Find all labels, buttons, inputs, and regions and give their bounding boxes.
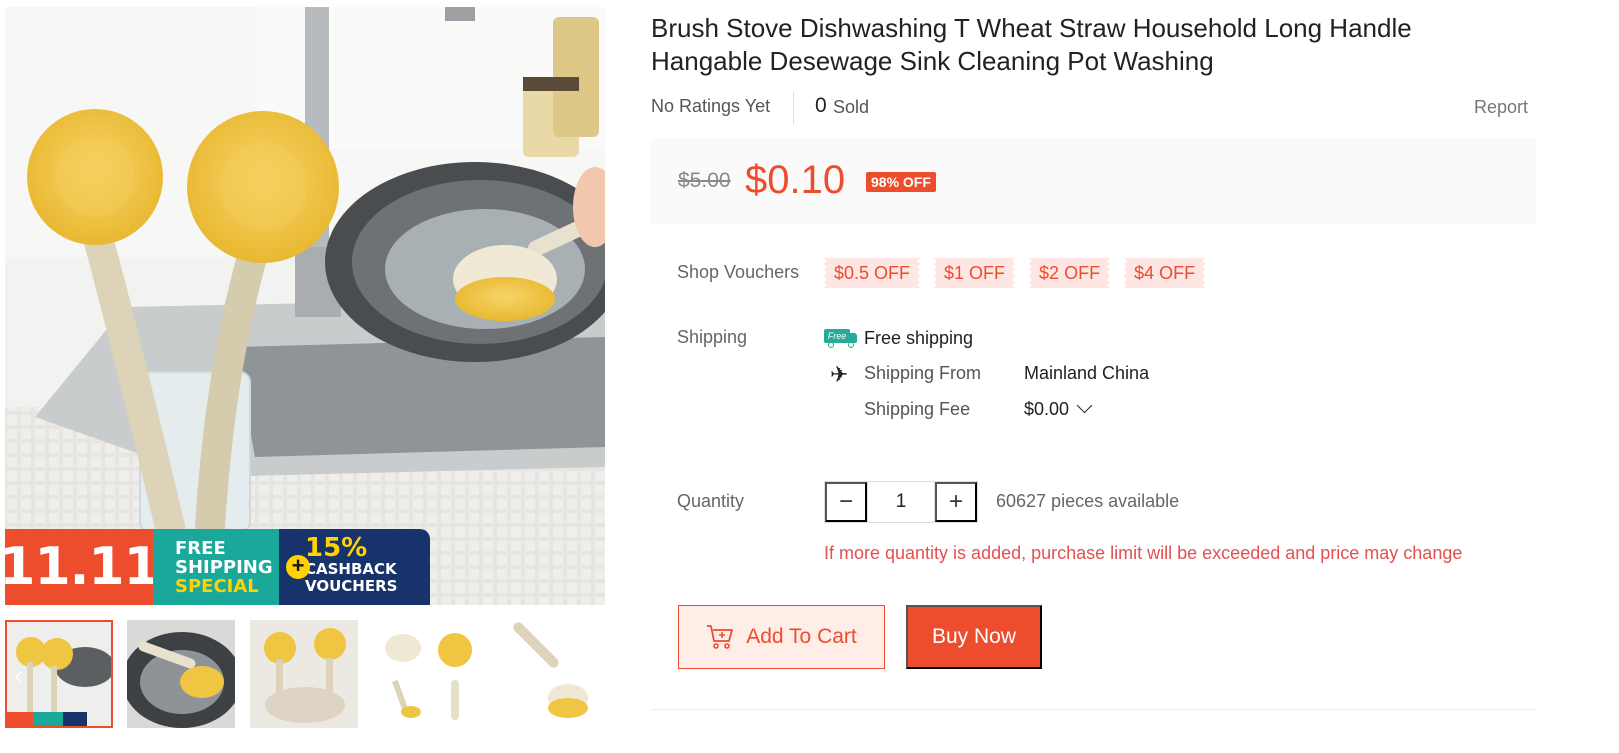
truck-icon: Free bbox=[824, 328, 858, 348]
shipping-fee-dropdown[interactable]: $0.00 bbox=[1024, 397, 1093, 420]
main-product-image[interactable]: 11.11 FREE SHIPPING SPECIAL 15% CASHBACK… bbox=[5, 7, 605, 605]
chevron-down-icon bbox=[1076, 397, 1093, 414]
promo-free-shipping: FREE SHIPPING SPECIAL bbox=[153, 529, 279, 605]
thumbnail-1[interactable]: ‹ bbox=[5, 620, 113, 728]
promo-banner: 11.11 FREE SHIPPING SPECIAL 15% CASHBACK… bbox=[5, 529, 430, 605]
promo-cash-line2: VOUCHERS bbox=[305, 577, 398, 595]
free-shipping: Free Free shipping bbox=[824, 327, 973, 349]
shipping-fee-label: Shipping Fee bbox=[864, 399, 971, 419]
promo-date: 11.11 bbox=[5, 529, 160, 605]
add-to-cart-label: Add To Cart bbox=[746, 625, 857, 648]
quantity-stepper: − 1 + bbox=[824, 481, 978, 523]
increase-quantity-button[interactable]: + bbox=[935, 482, 977, 522]
original-price: $5.00 bbox=[678, 169, 731, 192]
promo-free-line1: FREE bbox=[175, 538, 226, 559]
shipping-from-label: Shipping From bbox=[864, 363, 982, 383]
thumbnail-2[interactable] bbox=[127, 620, 235, 728]
promo-free-line3: SPECIAL bbox=[175, 576, 259, 597]
product-stats: No Ratings Yet 0 Sold Report bbox=[651, 92, 1536, 124]
airplane-icon: ✈ bbox=[830, 362, 849, 387]
price-box: $5.00 $0.10 98% OFF bbox=[651, 138, 1536, 224]
shipping-from-value: Mainland China bbox=[1024, 363, 1150, 383]
sold-label: Sold bbox=[833, 97, 870, 117]
voucher-list: $0.5 OFF $1 OFF $2 OFF $4 OFF bbox=[824, 258, 1206, 288]
product-photo bbox=[5, 7, 605, 605]
thumbnail-image bbox=[127, 620, 235, 728]
chevron-left-icon[interactable]: ‹ bbox=[9, 662, 27, 690]
promo-free-line2: SHIPPING bbox=[175, 557, 273, 578]
thumbnail-4[interactable] bbox=[373, 620, 481, 728]
sold-count: 0 bbox=[815, 94, 827, 117]
vouchers-label: Shop Vouchers bbox=[677, 262, 800, 282]
promo-plus-icon: + bbox=[286, 555, 310, 579]
stock-available: 60627 pieces available bbox=[996, 491, 1180, 511]
shipping-label: Shipping bbox=[677, 327, 748, 347]
add-to-cart-button[interactable]: Add To Cart bbox=[678, 605, 885, 669]
thumbnail-image bbox=[373, 620, 481, 728]
quantity-input[interactable]: 1 bbox=[867, 482, 935, 522]
thumbnail-5[interactable] bbox=[496, 620, 604, 728]
promo-cash-pct: 15% bbox=[305, 533, 368, 563]
thumbnail-image bbox=[250, 620, 358, 728]
thumbnail-3[interactable] bbox=[250, 620, 358, 728]
thumbnail-image bbox=[496, 620, 604, 728]
shipping-fee-value: $0.00 bbox=[1024, 399, 1070, 419]
current-price: $0.10 bbox=[745, 158, 846, 202]
cart-add-icon bbox=[707, 625, 734, 649]
purchase-limit-warning: If more quantity is added, purchase limi… bbox=[824, 543, 1463, 563]
buy-now-button[interactable]: Buy Now bbox=[906, 605, 1042, 669]
stats-divider bbox=[793, 92, 794, 124]
product-title: Brush Stove Dishwashing T Wheat Straw Ho… bbox=[651, 13, 1412, 76]
ratings-text[interactable]: No Ratings Yet bbox=[651, 96, 770, 117]
discount-badge: 98% OFF bbox=[866, 172, 936, 192]
report-link[interactable]: Report bbox=[1474, 97, 1528, 118]
voucher-item[interactable]: $1 OFF bbox=[934, 258, 1016, 288]
promo-cash-line1: CASHBACK bbox=[305, 560, 397, 578]
section-divider bbox=[651, 709, 1536, 710]
voucher-item[interactable]: $2 OFF bbox=[1029, 258, 1111, 288]
free-shipping-text: Free shipping bbox=[864, 327, 974, 348]
voucher-item[interactable]: $4 OFF bbox=[1124, 258, 1206, 288]
decrease-quantity-button[interactable]: − bbox=[825, 482, 867, 522]
quantity-label: Quantity bbox=[677, 491, 745, 511]
voucher-item[interactable]: $0.5 OFF bbox=[824, 258, 921, 288]
free-badge: Free bbox=[824, 329, 850, 343]
thumbnail-strip: ‹ bbox=[5, 620, 605, 728]
